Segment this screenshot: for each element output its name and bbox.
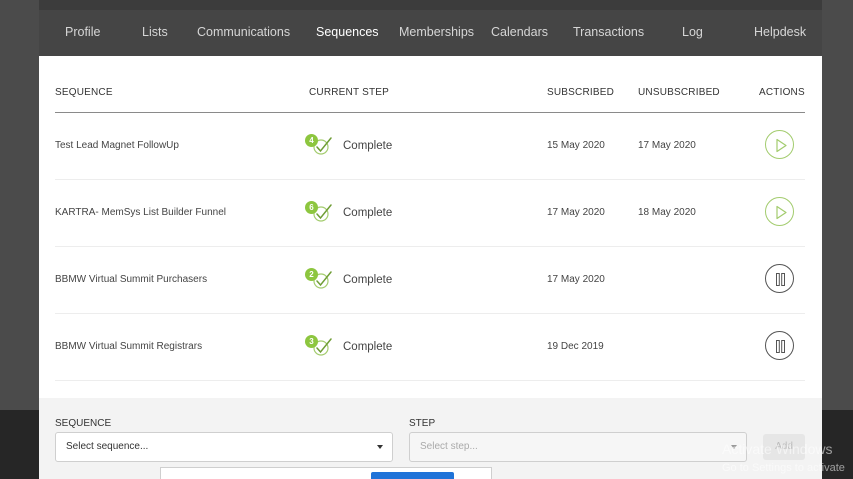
sequence-name[interactable]: BBMW Virtual Summit Registrars [55,341,202,352]
pause-sequence-button[interactable] [765,264,794,293]
step-status: Complete [343,274,393,286]
subscribed-date: 15 May 2020 [547,140,605,151]
primary-button[interactable] [371,472,454,479]
tab-log[interactable]: Log [682,25,703,39]
resume-sequence-button[interactable] [765,130,794,159]
unsubscribed-date: 18 May 2020 [638,207,696,218]
table-row: KARTRA- MemSys List Builder Funnel 6 Com… [55,180,805,247]
subscribed-date: 17 May 2020 [547,274,605,285]
tab-sequences[interactable]: Sequences [316,25,379,39]
sequence-field-label: SEQUENCE [55,418,112,429]
step-number-badge: 3 [305,335,318,348]
sequence-name[interactable]: Test Lead Magnet FollowUp [55,140,179,151]
step-status: Complete [343,341,393,353]
pause-icon [776,273,785,286]
tab-communications[interactable]: Communications [197,25,290,39]
resume-sequence-button[interactable] [765,197,794,226]
contact-modal: Profile Lists Communications Sequences M… [39,0,822,479]
sequence-name[interactable]: KARTRA- MemSys List Builder Funnel [55,207,226,218]
step-number-badge: 4 [305,134,318,147]
step-number-badge: 6 [305,201,318,214]
step-select[interactable]: Select step... [409,432,747,462]
tab-profile[interactable]: Profile [65,25,100,39]
step-status: Complete [343,140,393,152]
step-number-badge: 2 [305,268,318,281]
subscribed-date: 19 Dec 2019 [547,341,604,352]
step-select-value: Select step... [420,441,478,452]
step-status: Complete [343,207,393,219]
table-row: BBMW Virtual Summit Purchasers 2 Complet… [55,247,805,314]
tab-lists[interactable]: Lists [142,25,168,39]
play-icon [776,138,787,153]
sequence-select-value: Select sequence... [66,441,149,452]
windows-activation-watermark: Activate Windows [722,441,833,457]
step-field-label: STEP [409,418,436,429]
column-header-current-step: CURRENT STEP [309,87,390,98]
sequence-select[interactable]: Select sequence... [55,432,393,462]
unsubscribed-date: 17 May 2020 [638,140,696,151]
column-header-actions: ACTIONS [759,87,805,98]
play-icon [776,205,787,220]
column-header-unsubscribed: UNSUBSCRIBED [638,87,720,98]
pause-icon [776,340,785,353]
subscribed-date: 17 May 2020 [547,207,605,218]
column-header-sequence: SEQUENCE [55,87,113,98]
tab-memberships[interactable]: Memberships [399,25,474,39]
table-row: Test Lead Magnet FollowUp 4 Complete 15 … [55,113,805,180]
tab-helpdesk[interactable]: Helpdesk [754,25,806,39]
caret-down-icon [377,445,383,449]
windows-activation-hint: Go to Settings to activate [722,462,845,474]
column-header-subscribed: SUBSCRIBED [547,87,615,98]
tab-bar: Profile Lists Communications Sequences M… [39,0,822,56]
table-row: BBMW Virtual Summit Registrars 3 Complet… [55,314,805,381]
sequence-name[interactable]: BBMW Virtual Summit Purchasers [55,274,207,285]
pause-sequence-button[interactable] [765,331,794,360]
tab-transactions[interactable]: Transactions [573,25,644,39]
tab-calendars[interactable]: Calendars [491,25,548,39]
